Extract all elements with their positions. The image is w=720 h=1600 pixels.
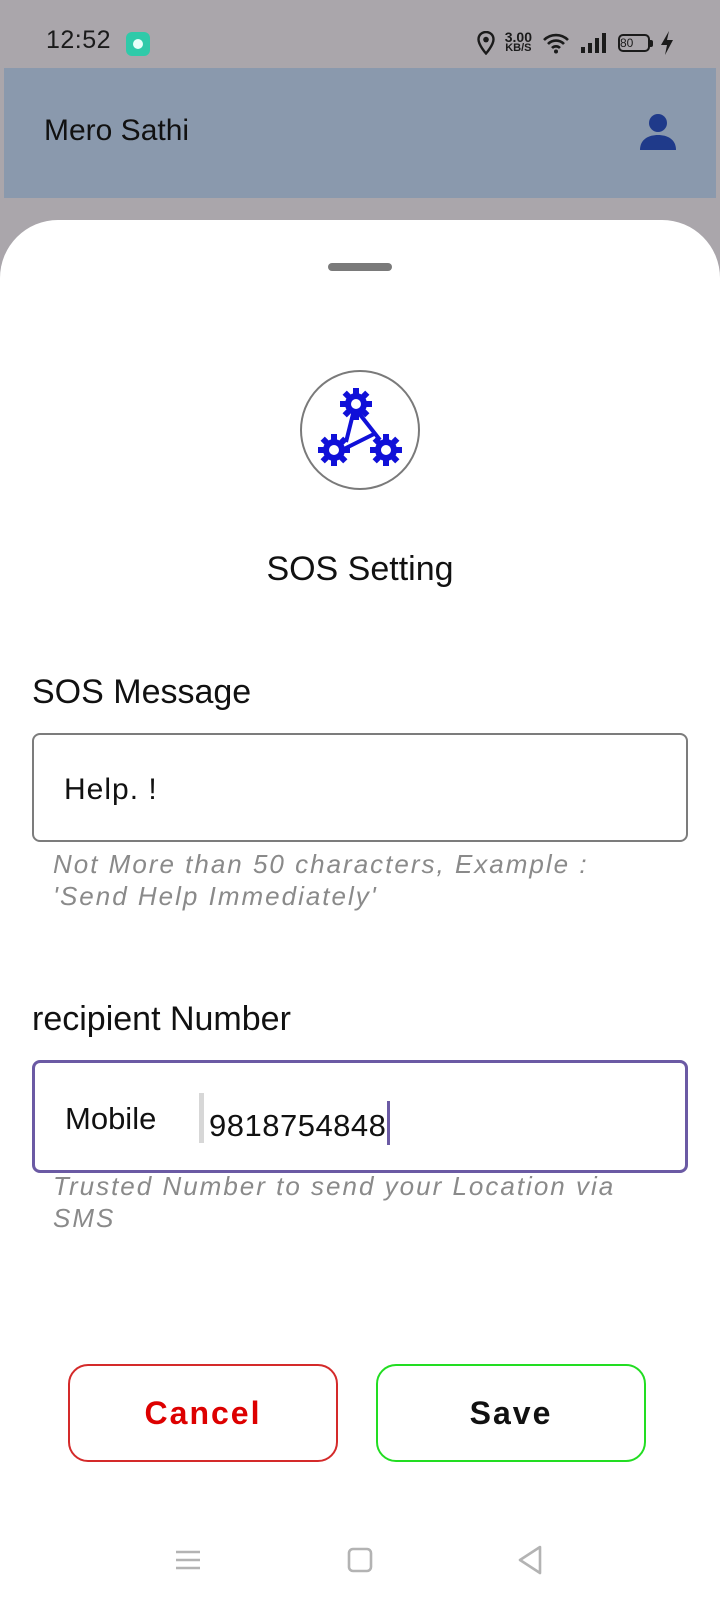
sos-message-value: Help. ! bbox=[64, 773, 158, 806]
recipient-number-label: recipient Number bbox=[32, 1000, 291, 1038]
recipient-number-value: 9818754848 bbox=[209, 1108, 387, 1143]
sos-message-label: SOS Message bbox=[32, 673, 252, 711]
network-speed: 3.00 KB/S bbox=[505, 30, 532, 54]
screen: 12:52 3.00 KB/S 80 Mero Sathi SOS Settin… bbox=[0, 0, 720, 1600]
profile-icon[interactable] bbox=[638, 112, 678, 152]
drag-handle[interactable] bbox=[328, 263, 392, 271]
speed-unit: KB/S bbox=[505, 42, 532, 54]
sos-message-input[interactable]: Help. ! bbox=[32, 733, 688, 842]
sos-settings-sheet: SOS Setting SOS Message Help. ! Not More… bbox=[0, 220, 720, 1600]
location-icon bbox=[477, 31, 495, 55]
wifi-icon bbox=[542, 32, 570, 54]
save-button[interactable]: Save bbox=[376, 1364, 646, 1462]
cancel-button[interactable]: Cancel bbox=[68, 1364, 338, 1462]
home-icon[interactable] bbox=[340, 1540, 380, 1580]
battery-icon: 80 bbox=[618, 34, 653, 52]
app-bar: Mero Sathi bbox=[4, 68, 716, 198]
menu-icon[interactable] bbox=[168, 1540, 208, 1580]
charging-icon bbox=[660, 31, 674, 55]
settings-network-icon bbox=[300, 370, 420, 490]
back-icon[interactable] bbox=[510, 1540, 550, 1580]
signal-icon bbox=[580, 32, 608, 54]
status-icons: 3.00 KB/S 80 bbox=[477, 28, 674, 58]
text-caret bbox=[387, 1101, 391, 1145]
app-title: Mero Sathi bbox=[44, 114, 190, 147]
navigation-bar bbox=[0, 1500, 720, 1600]
number-prefix: Mobile bbox=[65, 1101, 157, 1136]
prefix-divider bbox=[199, 1093, 204, 1143]
sheet-title: SOS Setting bbox=[266, 550, 454, 588]
status-bar: 12:52 3.00 KB/S 80 bbox=[0, 0, 720, 68]
recipient-number-value-wrap: 9818754848 bbox=[209, 1101, 391, 1145]
status-time: 12:52 bbox=[46, 26, 112, 54]
recipient-number-helper: Trusted Number to send your Location via… bbox=[53, 1171, 616, 1233]
recipient-number-input[interactable]: Mobile 9818754848 bbox=[32, 1060, 688, 1173]
sos-message-helper: Not More than 50 characters, Example : '… bbox=[53, 849, 589, 911]
notification-app-icon bbox=[126, 32, 150, 56]
